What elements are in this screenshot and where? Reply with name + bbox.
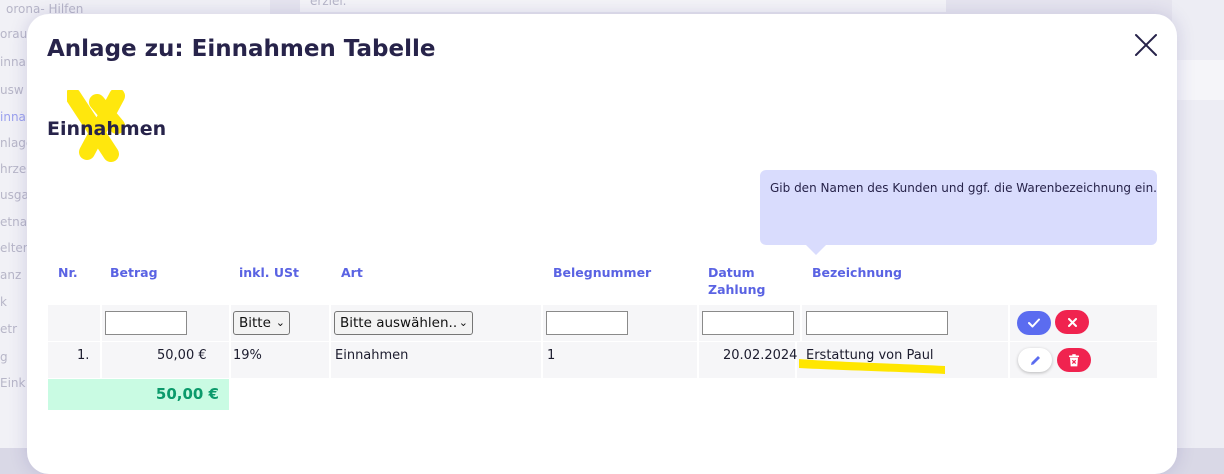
tooltip-text: Gib den Namen des Kunden und ggf. die Wa… [770,181,1157,195]
datum-input[interactable] [702,311,794,335]
sidebar-item: elten [0,241,31,255]
chevron-down-icon: ⌄ [275,316,285,329]
sidebar-item: hrze [0,162,27,176]
header-betrag: Betrag [110,265,158,280]
header-belegnummer: Belegnummer [553,265,652,280]
background-top-panel: erziel. [300,0,946,12]
check-icon [1028,318,1040,328]
sidebar-item: Eink [0,376,26,390]
x-icon [1067,317,1077,327]
pencil-icon [1030,355,1040,365]
sidebar-item: anz [0,268,22,282]
sidebar-item: etna [0,215,28,229]
header-bezeichnung: Bezeichnung [812,265,902,280]
trash-icon [1069,353,1079,366]
sidebar-item: usw [0,83,24,97]
cancel-button[interactable] [1055,310,1089,334]
table-row [48,342,1157,378]
chevron-down-icon: ⌄ [456,312,468,334]
edit-button[interactable] [1018,348,1052,372]
header-datum-line1: Datum [708,265,755,280]
art-select-value: Bitte auswählen... [340,315,462,331]
sidebar-item: k [0,295,7,309]
sidebar-item: usga [0,188,29,202]
header-nr: Nr. [58,265,78,280]
row-art: Einnahmen [335,348,409,363]
header-datum-line2: Zahlung [708,282,766,297]
total-cell: 50,00 € [48,379,229,410]
row-ust: 19% [233,348,262,363]
sidebar-item: g [0,350,8,364]
hint-tooltip: Gib den Namen des Kunden und ggf. die Wa… [760,170,1157,255]
header-ust: inkl. USt [239,265,300,280]
total-amount: 50,00 € [155,385,219,403]
delete-button[interactable] [1057,348,1091,372]
row-bezeichnung: Erstattung von Paul [806,348,934,363]
header-art: Art [341,265,363,280]
row-belegnummer: 1 [547,348,556,363]
close-button[interactable] [1133,32,1159,58]
row-datum: 20.02.2024 [723,348,798,363]
background-top-text: erziel. [310,0,347,8]
header-datum: Datum Zahlung [708,264,765,298]
row-nr: 1. [77,348,90,363]
row-betrag: 50,00 € [157,348,207,363]
confirm-button[interactable] [1017,311,1051,335]
modal-dialog: Anlage zu: Einnahmen Tabelle Einnahmen G… [27,14,1177,474]
art-select[interactable]: Bitte auswählen... ⌄ [334,311,473,335]
sidebar-item: etr [0,322,18,336]
modal-title: Anlage zu: Einnahmen Tabelle [47,36,436,62]
ust-select[interactable]: Bitte ⌄ [233,311,290,335]
betrag-input[interactable] [105,311,187,335]
bezeichnung-input[interactable] [806,311,948,335]
section-title: Einnahmen [47,118,167,140]
background-right-panel [1172,0,1224,448]
belegnummer-input[interactable] [546,311,628,335]
ust-select-value: Bitte [239,315,271,331]
close-icon [1135,34,1157,56]
